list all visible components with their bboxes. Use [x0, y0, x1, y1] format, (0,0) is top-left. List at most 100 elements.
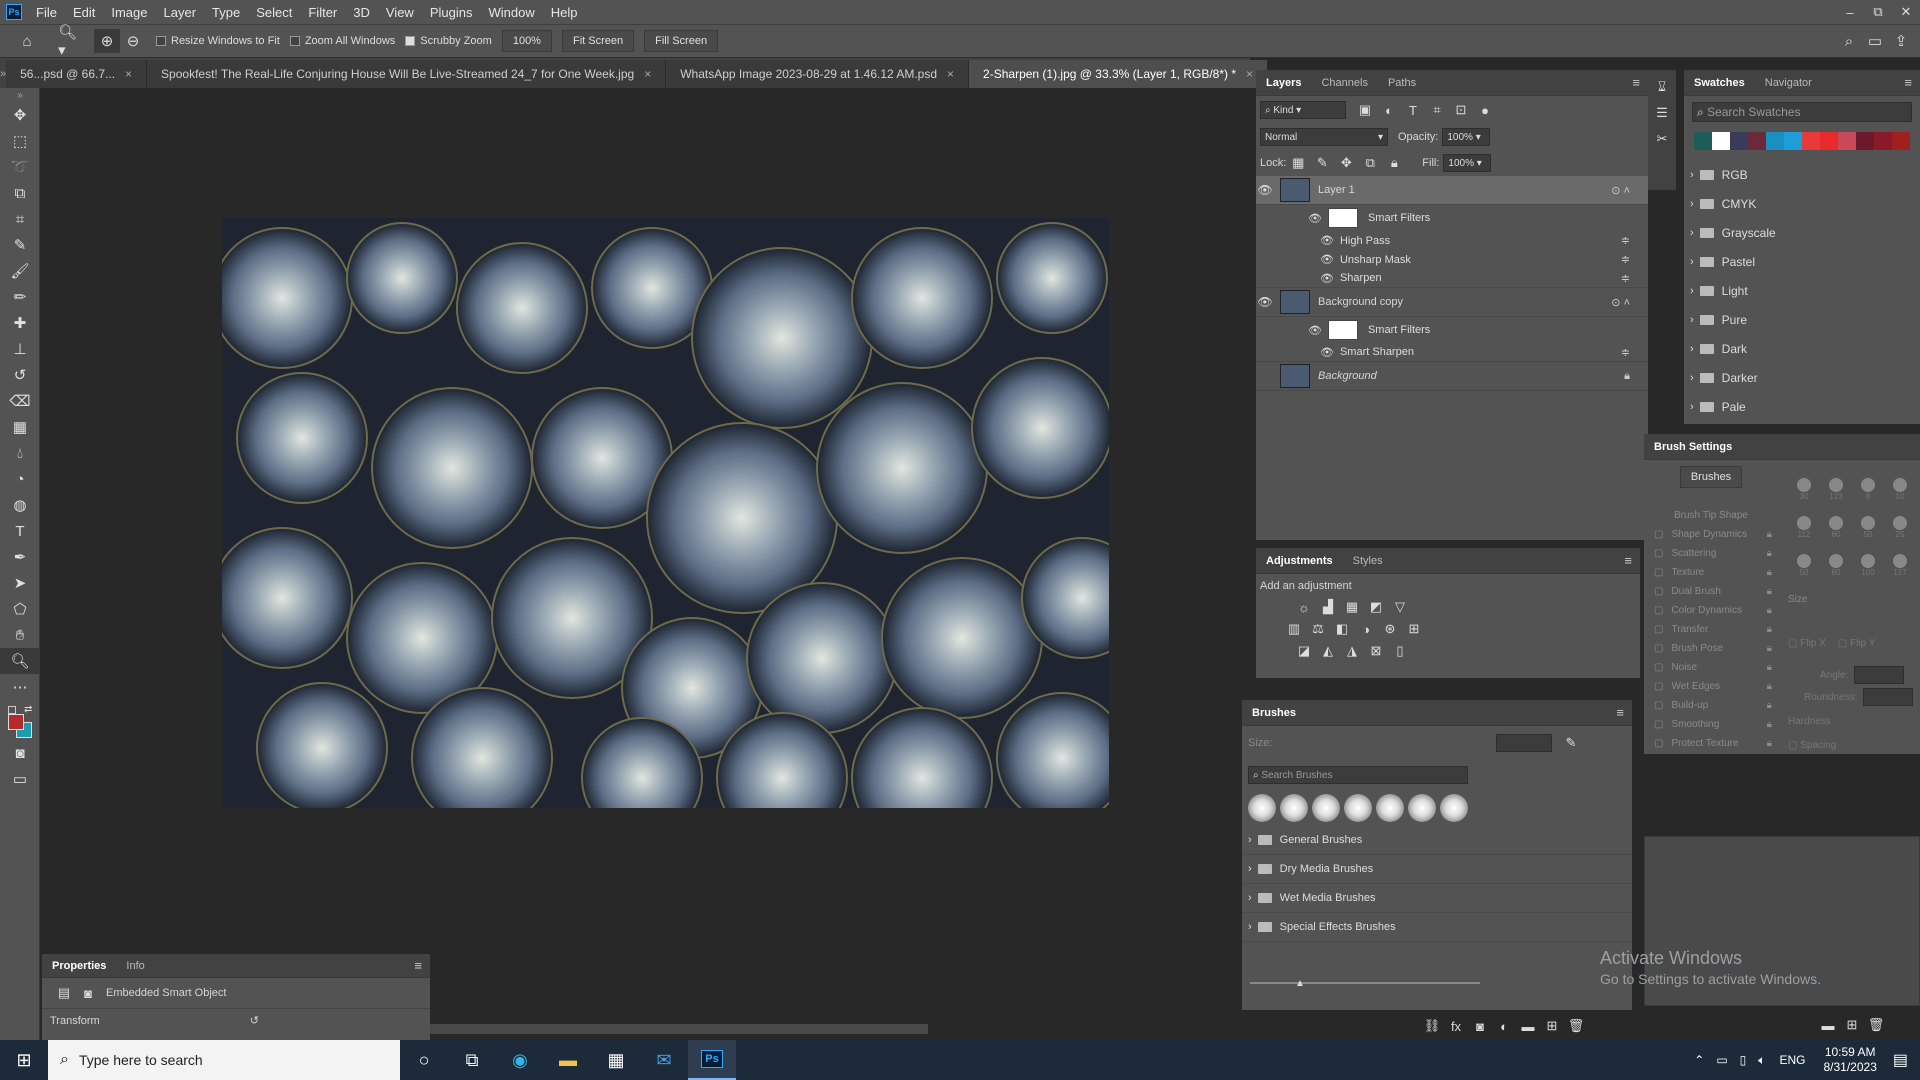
lock-icon[interactable]: 🔒︎: [1767, 681, 1772, 692]
transform-section[interactable]: Transform ↺: [42, 1008, 430, 1032]
search-swatches-input[interactable]: ⌕ Search Swatches: [1692, 102, 1912, 122]
collapse-arrows-icon[interactable]: »: [0, 88, 40, 102]
filter-adjustment-icon[interactable]: ◐: [1380, 101, 1398, 119]
brush-tip[interactable]: 10: [1884, 476, 1916, 514]
succulent-photo[interactable]: [222, 218, 1109, 808]
blur-tool-icon[interactable]: 💧︎: [0, 440, 40, 466]
menu-select[interactable]: Select: [248, 5, 300, 20]
windows-start-icon[interactable]: ⊞: [0, 1040, 48, 1080]
menu-edit[interactable]: Edit: [65, 5, 103, 20]
chevron-right-icon[interactable]: ›: [1690, 314, 1694, 326]
lock-icon[interactable]: 🔒︎: [1767, 662, 1772, 673]
filter-toggle-icon[interactable]: ●: [1476, 101, 1494, 119]
filter-shape-icon[interactable]: ⌗: [1428, 101, 1446, 119]
properties-icon[interactable]: ☰: [1653, 104, 1671, 122]
sponge-tool-icon[interactable]: ◍: [0, 492, 40, 518]
new-group-icon[interactable]: ▬: [1519, 1017, 1537, 1035]
swatch-color[interactable]: [1838, 132, 1856, 150]
brush-preset[interactable]: [1280, 794, 1308, 822]
spacing-checkbox[interactable]: ▢ Spacing: [1788, 740, 1836, 751]
tab-brushes[interactable]: Brushes: [1242, 707, 1306, 719]
swatch-color[interactable]: [1766, 132, 1784, 150]
chevron-right-icon[interactable]: ›: [1690, 198, 1694, 210]
eraser-tool-icon[interactable]: ⌫: [0, 388, 40, 414]
menu-type[interactable]: Type: [204, 5, 248, 20]
brush-tip[interactable]: 100: [1852, 552, 1884, 590]
brushes-button[interactable]: Brushes: [1680, 466, 1742, 488]
lock-position-icon[interactable]: ✥: [1337, 154, 1355, 172]
chevron-right-icon[interactable]: ›: [1690, 256, 1694, 268]
task-view-icon[interactable]: ⧉: [448, 1040, 496, 1080]
taskbar-search-input[interactable]: ⌕ Type here to search: [48, 1040, 400, 1080]
photoshop-logo-icon[interactable]: Ps: [6, 4, 22, 20]
zoom-tool-icon[interactable]: 🔍︎: [0, 648, 40, 674]
menu-layer[interactable]: Layer: [156, 5, 205, 20]
file-explorer-icon[interactable]: ▬: [544, 1040, 592, 1080]
tab-info[interactable]: Info: [116, 960, 154, 972]
workspace-icon[interactable]: ▭: [1862, 29, 1888, 53]
clock[interactable]: 10:59 AM 8/31/2023: [1823, 1045, 1876, 1075]
brush-tip[interactable]: 60: [1820, 552, 1852, 590]
menu-help[interactable]: Help: [543, 5, 586, 20]
lock-icon[interactable]: 🔒︎: [1767, 548, 1772, 559]
swatch-group[interactable]: › Grayscale: [1684, 218, 1920, 247]
doc-tab[interactable]: Spookfest! The Real-Life Conjuring House…: [147, 60, 667, 88]
doc-tab[interactable]: WhatsApp Image 2023-08-29 at 1.46.12 AM.…: [666, 60, 970, 88]
photo-filter-icon[interactable]: ⊛: [1381, 620, 1399, 638]
brush-option[interactable]: ▢ Transfer 🔒︎: [1644, 620, 1780, 639]
tab-swatches[interactable]: Swatches: [1684, 77, 1755, 89]
clone-stamp-tool-icon[interactable]: ⊥: [0, 336, 40, 362]
chevron-right-icon[interactable]: ›: [1690, 227, 1694, 239]
swatch-color[interactable]: [1892, 132, 1910, 150]
close-button[interactable]: ✕: [1892, 0, 1920, 24]
visibility-eye-icon[interactable]: 👁︎: [1320, 234, 1334, 247]
new-brush-icon[interactable]: ⊞: [1843, 1016, 1861, 1034]
lock-icon[interactable]: 🔒︎: [1767, 586, 1772, 597]
swatch-color[interactable]: [1802, 132, 1820, 150]
visibility-eye-icon[interactable]: 👁︎: [1308, 324, 1322, 337]
flip-y-checkbox[interactable]: ▢ Flip Y: [1838, 638, 1876, 649]
lock-icon[interactable]: 🔒︎: [1767, 643, 1772, 654]
delete-brush-icon[interactable]: 🗑︎: [1867, 1016, 1885, 1034]
fill-input[interactable]: 100% ▾: [1443, 154, 1492, 172]
brush-option[interactable]: ▢ Noise 🔒︎: [1644, 658, 1780, 677]
gradient-tool-icon[interactable]: ▦: [0, 414, 40, 440]
shape-tool-icon[interactable]: ⬠: [0, 596, 40, 622]
brush-tip[interactable]: 123: [1820, 476, 1852, 514]
brush-tip[interactable]: 25: [1884, 514, 1916, 552]
zoom-all-checkbox[interactable]: Zoom All Windows: [289, 35, 395, 47]
swatch-group[interactable]: › CMYK: [1684, 189, 1920, 218]
default-colors-icon[interactable]: [8, 706, 16, 714]
brush-group[interactable]: › Dry Media Brushes: [1242, 855, 1632, 884]
zoom-in-icon[interactable]: ⊕: [94, 29, 120, 53]
crop-tool-icon[interactable]: ⌗: [0, 206, 40, 232]
doc-tab[interactable]: 56...psd @ 66.7... ×: [6, 60, 148, 88]
healing-brush-tool-icon[interactable]: ✚: [0, 310, 40, 336]
swatch-group[interactable]: › Pale: [1684, 392, 1920, 421]
brush-option[interactable]: ▢ Wet Edges 🔒︎: [1644, 677, 1780, 696]
filter-options-icon[interactable]: ≑: [1621, 346, 1630, 359]
history-icon[interactable]: ⌛︎: [1653, 78, 1671, 96]
tab-channels[interactable]: Channels: [1311, 77, 1377, 89]
visibility-eye-icon[interactable]: 👁︎: [1256, 183, 1274, 197]
brush-tip-shape[interactable]: Brush Tip Shape: [1644, 506, 1780, 525]
lock-all-icon[interactable]: 🔒︎: [1385, 154, 1403, 172]
dodge-tool-icon[interactable]: ◔: [0, 466, 40, 492]
visibility-eye-icon[interactable]: 👁︎: [1320, 253, 1334, 266]
posterize-icon[interactable]: ◭: [1319, 642, 1337, 660]
swatch-group[interactable]: › RGB: [1684, 160, 1920, 189]
chevron-right-icon[interactable]: ›: [1248, 921, 1252, 933]
doc-tab-active[interactable]: 2-Sharpen (1).jpg @ 33.3% (Layer 1, RGB/…: [969, 60, 1269, 88]
curves-icon[interactable]: ▦: [1343, 598, 1361, 616]
pencil-tool-icon[interactable]: ✏︎: [0, 284, 40, 310]
brush-option[interactable]: ▢ Brush Pose 🔒︎: [1644, 639, 1780, 658]
brush-group[interactable]: › Wet Media Brushes: [1242, 884, 1632, 913]
chevron-right-icon[interactable]: ›: [1248, 834, 1252, 846]
angle-input[interactable]: [1854, 666, 1905, 684]
exposure-icon[interactable]: ◩: [1367, 598, 1385, 616]
chevron-right-icon[interactable]: ›: [1248, 863, 1252, 875]
link-layers-icon[interactable]: ⛓︎: [1423, 1017, 1441, 1035]
brush-option[interactable]: ▢ Color Dynamics 🔒︎: [1644, 601, 1780, 620]
close-icon[interactable]: ×: [1246, 67, 1253, 81]
layer-row[interactable]: Background 🔒︎: [1256, 362, 1648, 391]
